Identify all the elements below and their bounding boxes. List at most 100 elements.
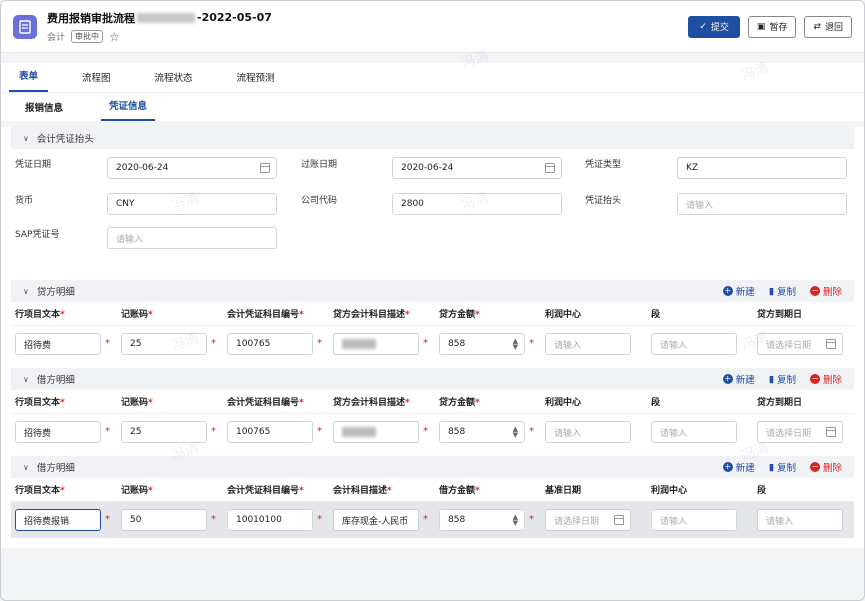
col-due-date: 贷方到期日 [757, 310, 803, 320]
page-title: 费用报销审批流程 -2022-05-07 [47, 10, 680, 26]
account-desc-input[interactable] [333, 421, 419, 443]
voucher-header-label: 凭证抬头 [585, 196, 622, 206]
col-base-date: 基准日期 [545, 486, 582, 496]
required-mark: * [105, 338, 110, 349]
base-date-input[interactable]: 请选择日期 [545, 509, 631, 531]
amount-input[interactable]: 858 ▲ ▼ [439, 333, 525, 355]
col-line-text: 行项目文本 [15, 398, 61, 408]
stepper-icon[interactable]: ▲ ▼ [513, 338, 518, 351]
tab-flow-status[interactable]: 流程状态 [145, 70, 203, 92]
amount-value: 858 [448, 427, 466, 437]
posting-date-label: 过账日期 [301, 160, 338, 170]
stepper-icon[interactable]: ▲ ▼ [513, 426, 518, 439]
col-profit-center: 利润中心 [545, 398, 582, 408]
tab-form[interactable]: 表单 [9, 68, 49, 92]
posting-code-input[interactable]: 50 [121, 509, 207, 531]
company-code-label: 公司代码 [301, 196, 338, 206]
voucher-date-input[interactable]: 2020-06-24 [107, 157, 277, 179]
tab-flowchart[interactable]: 流程图 [72, 70, 121, 92]
section-debit-detail[interactable]: ∨ 借方明细 + 新建 ▮ 复制 − 删除 [11, 368, 854, 390]
account-no-input[interactable]: 10010100 [227, 509, 313, 531]
currency-input[interactable]: CNY [107, 193, 277, 215]
line-text-input[interactable]: 招待费 [15, 421, 101, 443]
profit-center-input[interactable]: 请输入 [545, 421, 631, 443]
section-credit-detail[interactable]: ∨ 贷方明细 + 新建 ▮ 复制 − 删除 [11, 280, 854, 302]
delete-button[interactable]: − 删除 [809, 372, 842, 386]
amount-input[interactable]: 858 ▲ ▼ [439, 509, 525, 531]
account-no-input[interactable]: 100765 [227, 333, 313, 355]
segment-input[interactable]: 请输入 [651, 333, 737, 355]
copy-button[interactable]: ▮ 复制 [768, 372, 796, 387]
account-desc-input[interactable] [333, 333, 419, 355]
amount-input[interactable]: 858 ▲ ▼ [439, 421, 525, 443]
copy-icon: ▮ [768, 461, 774, 473]
due-date-input[interactable]: 请选择日期 [757, 421, 843, 443]
header: 费用报销审批流程 -2022-05-07 会计 审批中 ☆ ✓ 提交 ▣ 暂存 ⇄ 退… [1, 1, 864, 53]
required-mark: * [211, 514, 216, 525]
profit-center-input[interactable]: 请输入 [545, 333, 631, 355]
new-label: 新建 [735, 287, 755, 298]
voucher-type-input[interactable]: KZ [677, 157, 847, 179]
section-debit-detail-2[interactable]: ∨ 借方明细 + 新建 ▮ 复制 − 删除 [11, 456, 854, 478]
posting-code-input[interactable]: 25 [121, 333, 207, 355]
col-segment: 段 [651, 310, 661, 320]
table-header: 行项目文本* 记账码* 会计凭证科目编号* 贷方会计科目描述* 贷方金额* 利润… [11, 302, 854, 326]
new-button[interactable]: + 新建 [722, 372, 755, 386]
tab-flow-forecast[interactable]: 流程预测 [227, 70, 285, 92]
plus-icon: + [722, 462, 733, 472]
col-account-no: 会计凭证科目编号 [227, 486, 300, 496]
voucher-type-value: KZ [686, 163, 699, 173]
copy-button[interactable]: ▮ 复制 [768, 284, 796, 299]
copy-icon: ▮ [768, 285, 774, 297]
account-no-input[interactable]: 100765 [227, 421, 313, 443]
subtab-reimbursement-info[interactable]: 报销信息 [17, 100, 71, 121]
required-mark: * [317, 426, 322, 437]
voucher-header-input[interactable]: 请输入 [677, 193, 847, 215]
plus-icon: + [722, 286, 733, 296]
delete-label: 删除 [822, 375, 842, 386]
profit-center-input[interactable]: 请输入 [651, 509, 737, 531]
subtab-voucher-info[interactable]: 凭证信息 [101, 98, 156, 121]
stepper-icon[interactable]: ▲ ▼ [513, 514, 518, 527]
chevron-down-icon: ∨ [23, 133, 29, 143]
new-label: 新建 [735, 375, 755, 386]
minus-icon: − [809, 462, 820, 472]
sap-no-input[interactable]: 请输入 [107, 227, 277, 249]
col-amount: 贷方金额 [439, 310, 476, 320]
company-code-input[interactable]: 2800 [392, 193, 562, 215]
new-button[interactable]: + 新建 [722, 284, 755, 298]
segment-input[interactable]: 请输入 [651, 421, 737, 443]
redacted-name [137, 12, 195, 23]
debit-table: 行项目文本 * 记账码 * 会计凭证科目编号 * 贷方会计科目描述 * 贷方金额 * 利润… [11, 390, 854, 450]
new-button[interactable]: + 新建 [722, 460, 755, 474]
account-desc-input[interactable]: 库存现金-人民币 [333, 509, 419, 531]
copy-label: 复制 [776, 463, 796, 474]
submit-button[interactable]: ✓ 提交 [688, 15, 740, 38]
col-account-no: 会计凭证科目编号 [227, 310, 300, 320]
col-line-text: 行项目文本 [15, 310, 61, 320]
section-voucher-header[interactable]: ∨ 会计凭证抬头 [11, 127, 854, 149]
save-icon: ▣ [756, 21, 766, 32]
col-account-desc: 贷方会计科目描述 [333, 310, 406, 320]
col-profit-center: 利润中心 [545, 310, 582, 320]
line-text-input[interactable]: 招待费报销 [15, 509, 101, 531]
table-header: 行项目文本* 记账码* 会计凭证科目编号* 贷方会计科目描述* 贷方金额* 利润… [11, 390, 854, 414]
required-mark: * [211, 426, 216, 437]
save-draft-button[interactable]: ▣ 暂存 [747, 15, 797, 38]
posting-date-input[interactable]: 2020-06-24 [392, 157, 562, 179]
return-button[interactable]: ⇄ 退回 [804, 15, 852, 38]
voucher-date-label: 凭证日期 [15, 160, 52, 170]
delete-button[interactable]: − 删除 [809, 460, 842, 474]
delete-button[interactable]: − 删除 [809, 284, 842, 298]
calendar-icon [826, 427, 836, 437]
line-text-input[interactable]: 招待费 [15, 333, 101, 355]
base-date-placeholder: 请选择日期 [554, 516, 600, 527]
col-account-desc: 会计科目描述 [333, 486, 388, 496]
copy-button[interactable]: ▮ 复制 [768, 460, 796, 475]
copy-icon: ▮ [768, 373, 774, 385]
company-code-value: 2800 [401, 199, 424, 209]
star-icon[interactable]: ☆ [109, 30, 120, 44]
segment-input[interactable]: 请输入 [757, 509, 843, 531]
posting-code-input[interactable]: 25 [121, 421, 207, 443]
due-date-input[interactable]: 请选择日期 [757, 333, 843, 355]
